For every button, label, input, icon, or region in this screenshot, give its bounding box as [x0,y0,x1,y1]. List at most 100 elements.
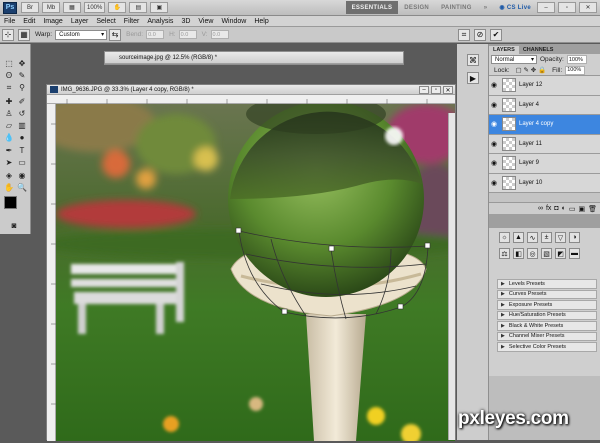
history-brush-tool-icon[interactable]: ↺ [16,108,28,119]
workspace-essentials[interactable]: ESSENTIALS [345,1,399,14]
dodge-tool-icon[interactable]: ● [16,132,28,143]
minibridge-button[interactable]: Mb [42,2,60,13]
tool-preset-picker[interactable]: ⊹ [2,28,14,41]
layer-style-icon[interactable]: fx [546,205,551,212]
document-vertical-scrollbar[interactable] [448,113,455,440]
clone-stamp-tool-icon[interactable]: ♙ [3,108,15,119]
brightness-contrast-icon[interactable]: ☼ [499,232,510,243]
view-extras-button[interactable]: ▦ [63,2,81,13]
minimize-app-button[interactable]: – [537,2,555,13]
tab-layers[interactable]: LAYERS [489,46,519,54]
close-document-button[interactable]: ✕ [443,86,453,94]
menu-select[interactable]: Select [92,18,119,25]
exposure-icon[interactable]: ± [541,232,552,243]
warp-mode-icon[interactable]: ▦ [18,28,30,41]
eye-icon[interactable]: ◉ [489,179,499,187]
close-app-button[interactable]: ✕ [579,2,597,13]
shape-tool-icon[interactable]: ▭ [16,157,28,168]
warp-style-select[interactable]: Custom ▾ [55,29,108,40]
tab-channels[interactable]: CHANNELS [519,46,558,54]
preset-item[interactable]: ▶ Black & White Presets [497,321,597,331]
menu-window[interactable]: Window [217,18,250,25]
workspace-design[interactable]: DESIGN [398,1,435,14]
restore-document-button[interactable]: ▫ [431,86,441,94]
color-balance-icon[interactable]: ⚖ [499,248,510,259]
eyedropper-tool-icon[interactable]: ⚲ [16,82,28,93]
eye-icon[interactable]: ◉ [489,120,499,128]
preset-item[interactable]: ▶ Selective Color Presets [497,342,597,352]
fill-field[interactable]: 100% [565,65,586,75]
brush-tool-icon[interactable]: ✐ [16,96,28,107]
eye-icon[interactable]: ◉ [489,81,499,89]
hue-saturation-icon[interactable]: ◑ [569,232,580,243]
menu-edit[interactable]: Edit [19,18,39,25]
3d-orbit-tool-icon[interactable]: ◉ [16,170,28,181]
foreground-color-swatch[interactable] [4,196,17,209]
black-white-icon[interactable]: ◧ [513,248,524,259]
group-icon[interactable]: ▭ [569,205,576,213]
preset-item[interactable]: ▶ Levels Presets [497,279,597,289]
actions-panel-icon[interactable]: ▶ [467,72,479,84]
menu-layer[interactable]: Layer [67,18,93,25]
opacity-field[interactable]: 100% [566,55,587,64]
preset-item[interactable]: ▶ Hue/Saturation Presets [497,310,597,320]
vibrance-icon[interactable]: ▽ [555,232,566,243]
document-window-img9636[interactable]: IMG_9636.JPG @ 33.3% (Layer 4 copy, RGB/… [46,84,456,441]
layer-row[interactable]: ◉ Layer 10 [489,173,600,193]
layer-row[interactable]: ◉ Layer 12 [489,76,600,96]
minimize-document-button[interactable]: – [419,86,429,94]
hand-tool-button[interactable]: ✋ [108,2,127,13]
bridge-button[interactable]: Br [21,2,39,13]
gradient-map-icon[interactable]: ▬ [569,248,580,259]
new-layer-icon[interactable]: ▣ [578,205,585,213]
adjustment-layer-icon[interactable]: ◐ [562,205,566,212]
layer-row-selected[interactable]: ◉ Layer 4 copy [489,115,600,135]
lock-icons[interactable]: ▢ ✎ ✥ 🔒 [516,66,547,74]
layer-row[interactable]: ◉ Layer 11 [489,134,600,154]
invert-icon[interactable]: ◩ [555,248,566,259]
blur-tool-icon[interactable]: 💧 [3,132,15,143]
crop-tool-icon[interactable]: ⌗ [3,82,15,93]
quick-selection-tool-icon[interactable]: ✎ [16,70,28,81]
move-tool-icon[interactable]: ✥ [16,58,28,69]
horizontal-distortion-field[interactable]: 0.0 [178,30,197,39]
layer-row[interactable]: ◉ Layer 4 [489,95,600,115]
pen-tool-icon[interactable]: ✒ [3,145,15,156]
levels-icon[interactable]: ▲ [513,232,524,243]
lasso-tool-icon[interactable]: ʘ [3,70,15,81]
link-layers-icon[interactable]: ∞ [538,205,543,212]
eye-icon[interactable]: ◉ [489,140,499,148]
eye-icon[interactable]: ◉ [489,159,499,167]
history-panel-icon[interactable]: ⌘ [467,54,479,66]
cs-live-button[interactable]: ◉ CS Live [493,1,537,14]
menu-image[interactable]: Image [39,18,66,25]
marquee-tool-icon[interactable]: ⬚ [3,58,15,69]
cancel-transform-icon[interactable]: ⊘ [474,28,486,41]
healing-brush-tool-icon[interactable]: ✚ [3,96,15,107]
layer-row[interactable]: ◉ Layer 9 [489,154,600,174]
add-mask-icon[interactable]: ◘ [554,205,558,212]
photo-filter-icon[interactable]: ◎ [527,248,538,259]
delete-layer-icon[interactable]: 🗑 [588,205,597,213]
menu-file[interactable]: File [0,18,19,25]
3d-rotate-tool-icon[interactable]: ◈ [3,170,15,181]
restore-app-button[interactable]: ▫ [558,2,576,13]
vertical-distortion-field[interactable]: 0.0 [210,30,229,39]
channel-mixer-icon[interactable]: ▧ [541,248,552,259]
workspace-painting[interactable]: PAINTING [435,1,478,14]
document-canvas[interactable] [56,104,455,441]
preset-item[interactable]: ▶ Curves Presets [497,289,597,299]
document-titlebar[interactable]: sourceimage.jpg @ 12.5% (RGB/8) * [105,52,403,64]
commit-transform-icon[interactable]: ✔ [490,28,502,41]
menu-view[interactable]: View [194,18,217,25]
eraser-tool-icon[interactable]: ▱ [3,120,15,131]
zoom-tool-icon[interactable]: 🔍 [16,182,28,193]
eye-icon[interactable]: ◉ [489,101,499,109]
document-titlebar[interactable]: IMG_9636.JPG @ 33.3% (Layer 4 copy, RGB/… [47,85,455,95]
menu-3d[interactable]: 3D [177,18,194,25]
vertical-ruler[interactable] [47,104,56,441]
screen-mode-button[interactable]: ▣ [150,2,169,13]
arrange-documents-button[interactable]: ▤ [129,2,148,13]
switch-free-transform-icon[interactable]: ⌗ [458,28,470,41]
path-selection-tool-icon[interactable]: ➤ [3,157,15,168]
